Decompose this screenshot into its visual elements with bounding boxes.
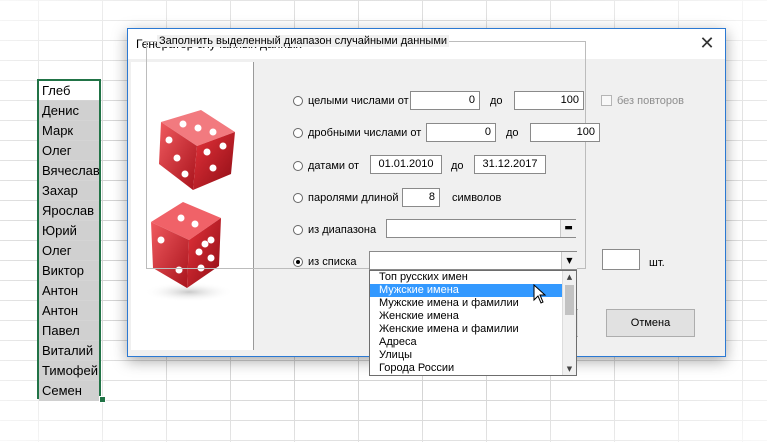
scroll-down-icon[interactable]: ▼ <box>563 363 576 375</box>
no-repeat-label: без повторов <box>617 95 684 107</box>
passwords-suffix: символов <box>452 192 502 204</box>
name-cell[interactable]: Денис <box>39 101 99 121</box>
dates-to-label: до <box>451 160 464 172</box>
list-item[interactable]: Улицы <box>370 349 576 362</box>
fractions-from-input[interactable]: 0 <box>426 123 496 142</box>
password-length-input[interactable]: 8 <box>402 188 440 207</box>
radio-passwords[interactable] <box>293 193 303 203</box>
scroll-up-icon[interactable]: ▲ <box>563 271 576 283</box>
list-combo[interactable] <box>369 251 577 270</box>
integers-to-label: до <box>490 95 503 107</box>
list-scrollbar[interactable]: ▲ ▼ <box>562 271 576 375</box>
name-cell[interactable]: Виктор <box>39 261 99 281</box>
close-icon[interactable]: ✕ <box>695 32 719 56</box>
count-suffix: шт. <box>649 257 665 269</box>
name-cell[interactable]: Семен <box>39 381 99 401</box>
dates-to-input[interactable]: 31.12.2017 <box>474 155 546 174</box>
integers-label: целыми числами от <box>308 95 409 107</box>
range-input[interactable] <box>386 219 576 238</box>
dropdown-arrow-icon[interactable]: ▼ <box>561 252 577 269</box>
radio-list[interactable] <box>293 257 303 267</box>
count-input[interactable] <box>602 249 640 270</box>
name-cell[interactable]: Глеб <box>39 81 99 101</box>
name-cell[interactable]: Олег <box>39 141 99 161</box>
list-item[interactable]: Женские имена и фамилии <box>370 323 576 336</box>
no-repeat-checkbox[interactable] <box>601 95 612 106</box>
cancel-button[interactable]: Отмена <box>606 309 695 337</box>
fractions-to-input[interactable]: 100 <box>530 123 600 142</box>
integers-to-input[interactable]: 100 <box>514 91 584 110</box>
list-item[interactable]: Топ русских имен <box>370 271 576 284</box>
name-cell[interactable]: Антон <box>39 301 99 321</box>
radio-dates[interactable] <box>293 161 303 171</box>
options-group-label: Заполнить выделенный диапазон случайными… <box>157 35 450 47</box>
name-cell[interactable]: Юрий <box>39 221 99 241</box>
name-cell[interactable]: Вячеслав <box>39 161 99 181</box>
scroll-thumb[interactable] <box>565 285 574 315</box>
list-label: из списка <box>308 256 357 268</box>
radio-fractions[interactable] <box>293 128 303 138</box>
range-label: из диапазона <box>308 224 377 236</box>
name-cell[interactable]: Захар <box>39 181 99 201</box>
name-cell[interactable]: Ярослав <box>39 201 99 221</box>
name-cell[interactable]: Антон <box>39 281 99 301</box>
name-cell[interactable]: Олег <box>39 241 99 261</box>
radio-integers[interactable] <box>293 96 303 106</box>
name-cell[interactable]: Павел <box>39 321 99 341</box>
dates-label: датами от <box>308 160 360 172</box>
fractions-label: дробными числами от <box>308 127 422 139</box>
list-item[interactable]: Женские имена <box>370 310 576 323</box>
names-column[interactable]: Глеб Денис Марк Олег Вячеслав Захар Ярос… <box>37 79 101 401</box>
list-item[interactable]: Города России <box>370 362 576 375</box>
dates-from-input[interactable]: 01.01.2010 <box>370 155 442 174</box>
fill-handle[interactable] <box>99 396 106 403</box>
mouse-cursor-icon <box>533 284 547 304</box>
list-item[interactable]: Адреса <box>370 336 576 349</box>
fractions-to-label: до <box>506 127 519 139</box>
collapse-range-icon[interactable]: ▬ <box>560 220 576 237</box>
name-cell[interactable]: Марк <box>39 121 99 141</box>
integers-from-input[interactable]: 0 <box>410 91 480 110</box>
passwords-label: паролями длиной <box>308 192 399 204</box>
name-cell[interactable]: Виталий <box>39 341 99 361</box>
name-cell[interactable]: Тимофей <box>39 361 99 381</box>
radio-range[interactable] <box>293 225 303 235</box>
